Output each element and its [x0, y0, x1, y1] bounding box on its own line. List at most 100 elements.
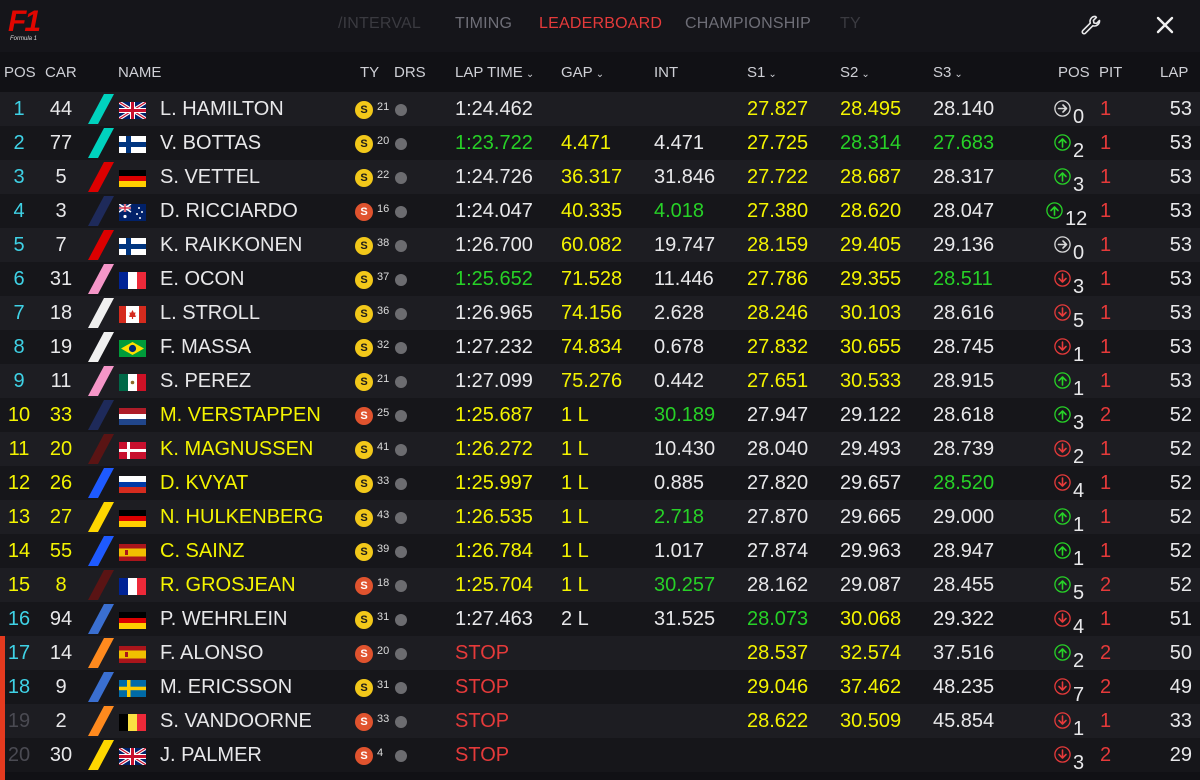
tab-timing[interactable]: TIMING: [455, 15, 512, 33]
flag-gb-icon: [119, 748, 146, 765]
sector-2: 29.657: [840, 472, 902, 494]
position: 5: [13, 234, 25, 256]
col-car[interactable]: CAR: [45, 64, 77, 81]
col-s2[interactable]: S2 ⌄: [840, 64, 870, 81]
lap-time: STOP: [455, 744, 510, 766]
col-pos[interactable]: POS: [4, 64, 36, 81]
arrow-up-icon: [1054, 372, 1071, 389]
tyre-age: 39: [377, 543, 390, 555]
sector-2: 29.493: [840, 438, 902, 460]
drs-indicator-icon: [395, 580, 407, 592]
position: 4: [13, 200, 25, 222]
driver-name: K. MAGNUSSEN: [160, 438, 314, 460]
tyre-age: 20: [377, 645, 390, 657]
col-s1[interactable]: S1 ⌄: [747, 64, 777, 81]
table-row[interactable]: 14 55 C. SAINZ S 39 1:26.784 1 L 1.017 27.874 29.…: [0, 534, 1200, 569]
sector-2: 29.087: [840, 574, 902, 596]
tyre-age: 43: [377, 509, 390, 521]
laps-completed: 53: [1169, 268, 1192, 290]
lap-time: 1:26.535: [455, 506, 533, 528]
drs-indicator-icon: [395, 342, 407, 354]
col-pit[interactable]: PIT: [1099, 64, 1122, 81]
sector-2: 29.665: [840, 506, 902, 528]
col-s3[interactable]: S3 ⌄: [933, 64, 963, 81]
table-row[interactable]: 2 77 V. BOTTAS S 20 1:23.722 4.471 4.471 27.725 2…: [0, 126, 1200, 161]
table-row[interactable]: 17 14 F. ALONSO S 20 STOP 28.537 32.574 37.516 2 2…: [0, 636, 1200, 671]
sector-1: 27.786: [747, 268, 809, 290]
col-lap-time[interactable]: LAP TIME ⌄: [455, 64, 534, 81]
position-change: 1: [1046, 712, 1104, 739]
col-gap[interactable]: GAP ⌄: [561, 64, 604, 81]
table-row[interactable]: 19 2 S. VANDOORNE S 33 STOP 28.622 30.509 45.854…: [0, 704, 1200, 739]
interval: 11.446: [654, 268, 714, 290]
pit-stops: 1: [1100, 268, 1112, 290]
tab-leaderboard[interactable]: LEADERBOARD: [539, 15, 662, 33]
laps-completed: 53: [1169, 336, 1192, 358]
sector-1: 28.073: [747, 608, 809, 630]
sector-1: 27.651: [747, 370, 809, 392]
table-row[interactable]: 7 18 L. STROLL S 36 1:26.965 74.156 2.628 28.246…: [0, 296, 1200, 331]
col-int[interactable]: INT: [654, 64, 678, 81]
position-change: 2: [1046, 440, 1104, 467]
tyre-age: 31: [377, 679, 390, 691]
sector-3: 28.520: [933, 472, 995, 494]
table-row[interactable]: 4 3 D. RICCIARDO S 16 1:24.047 40.335 4.018 27.3…: [0, 194, 1200, 230]
top-bar: F1 Formula 1 /INTERVAL TIMING LEADERBOAR…: [0, 0, 1200, 52]
table-row[interactable]: 1 44 L. HAMILTON S 21 1:24.462 27.827 28.495 28.…: [0, 92, 1200, 127]
tab-interval[interactable]: /INTERVAL: [338, 15, 421, 33]
position: 20: [7, 744, 31, 766]
team-stripe: [88, 536, 114, 566]
table-row[interactable]: 9 11 S. PEREZ S 21 1:27.099 75.276 0.442 27.651 3…: [0, 364, 1200, 399]
close-icon[interactable]: [1154, 14, 1176, 36]
col-lap[interactable]: LAP: [1160, 64, 1188, 81]
position-change-value: 1: [1073, 514, 1085, 536]
laps-completed: 53: [1169, 98, 1192, 120]
car-number: 3: [55, 200, 67, 222]
arrow-down-icon: [1054, 270, 1071, 287]
sector-1: 28.159: [747, 234, 809, 256]
table-row[interactable]: 5 7 K. RAIKKONEN S 38 1:26.700 60.082 19.747 28.…: [0, 228, 1200, 263]
driver-name: L. STROLL: [160, 302, 261, 324]
team-stripe: [88, 570, 114, 600]
table-row[interactable]: 3 5 S. VETTEL S 22 1:24.726 36.317 31.846 27.722…: [0, 160, 1200, 195]
col-drs[interactable]: DRS: [394, 64, 426, 81]
sector-2: 29.122: [840, 404, 902, 426]
table-row[interactable]: 6 31 E. OCON S 37 1:25.652 71.528 11.446 27.786 2…: [0, 262, 1200, 297]
team-stripe: [88, 264, 114, 294]
table-row[interactable]: 18 9 M. ERICSSON S 31 STOP 29.046 37.462 48.235 7…: [0, 670, 1200, 705]
team-stripe: [88, 434, 114, 464]
drs-indicator-icon: [395, 478, 407, 490]
driver-name: S. VANDOORNE: [160, 710, 312, 732]
table-row[interactable]: 12 26 D. KVYAT S 33 1:25.997 1 L 0.885 27.820 29.…: [0, 466, 1200, 501]
table-row[interactable]: 16 94 P. WEHRLEIN S 31 1:27.463 2 L 31.525 28.07…: [0, 602, 1200, 637]
sector-2: 30.655: [840, 336, 902, 358]
tyre-compound-icon: S: [355, 305, 373, 323]
table-row[interactable]: 20 30 J. PALMER S 4 STOP 3 2 29: [0, 738, 1200, 773]
sector-2: 30.068: [840, 608, 902, 630]
table-row[interactable]: 8 19 F. MASSA S 32 1:27.232 74.834 0.678 27.832 3…: [0, 330, 1200, 365]
table-row[interactable]: 13 27 N. HULKENBERG S 43 1:26.535 1 L 2.718 27.8…: [0, 500, 1200, 536]
col-tyre[interactable]: TY: [360, 64, 379, 81]
flag-de-icon: [119, 170, 146, 187]
sector-3: 29.322: [933, 608, 995, 630]
table-row[interactable]: 11 20 K. MAGNUSSEN S 41 1:26.272 1 L 10.430 28.0…: [0, 432, 1200, 467]
position-change-value: 2: [1073, 446, 1085, 468]
team-stripe: [88, 94, 114, 124]
chevron-down-icon: ⌄: [525, 69, 535, 80]
flag-de-icon: [119, 510, 146, 527]
chevron-down-icon: ⌄: [595, 69, 605, 80]
interval: 30.189: [654, 404, 716, 426]
tab-tyres[interactable]: TY: [840, 15, 861, 33]
col-pos-change[interactable]: POS: [1058, 64, 1090, 81]
tyre-age: 20: [377, 135, 390, 147]
position-change-value: 3: [1073, 412, 1085, 434]
position-change-value: 12: [1065, 208, 1088, 230]
table-row[interactable]: 15 8 R. GROSJEAN S 18 1:25.704 1 L 30.257 28.162…: [0, 568, 1200, 603]
car-number: 20: [49, 438, 73, 460]
position-change: 3: [1046, 168, 1104, 195]
tyre-age: 33: [377, 475, 390, 487]
tab-championship[interactable]: CHAMPIONSHIP: [685, 15, 811, 33]
table-row[interactable]: 10 33 M. VERSTAPPEN S 25 1:25.687 1 L 30.189 27.…: [0, 398, 1200, 434]
wrench-icon[interactable]: [1080, 14, 1104, 38]
col-name[interactable]: NAME: [118, 64, 161, 81]
